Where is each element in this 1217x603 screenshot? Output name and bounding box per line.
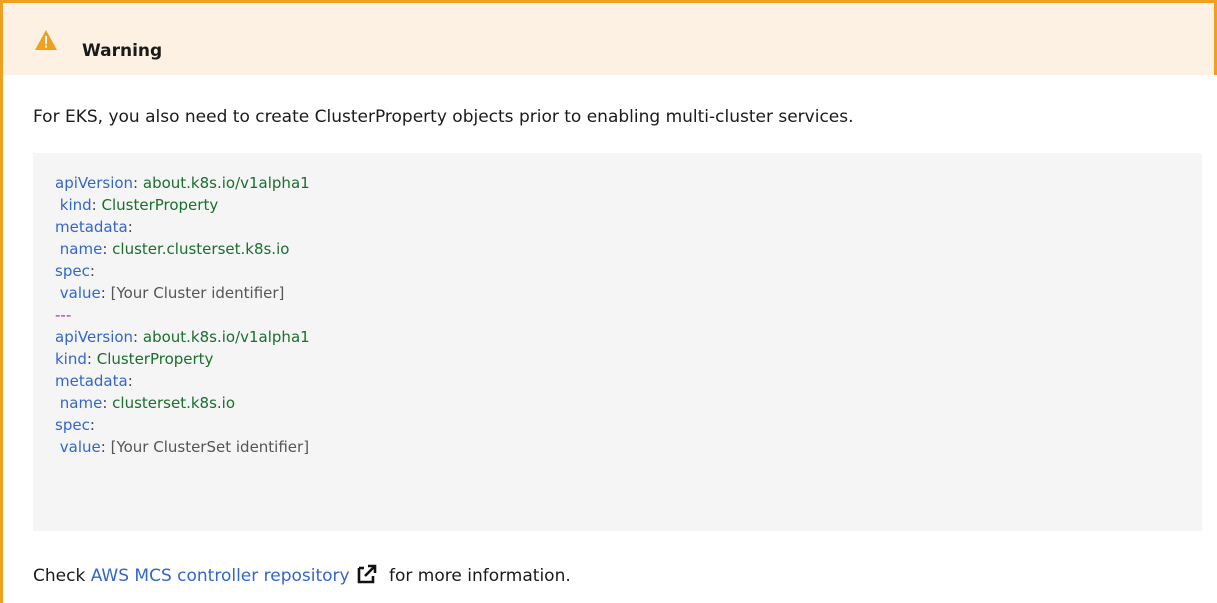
yaml-value: [Your Cluster identifier] — [110, 284, 285, 302]
code-line: apiVersion: about.k8s.io/v1alpha1 — [55, 173, 310, 193]
yaml-colon: : — [89, 262, 95, 280]
yaml-value: ClusterProperty — [101, 196, 219, 214]
yaml-value: cluster.clusterset.k8s.io — [112, 240, 290, 258]
yaml-value: ClusterProperty — [96, 350, 214, 368]
footer-prefix: Check — [33, 566, 91, 586]
code-line: kind: ClusterProperty — [55, 349, 213, 369]
yaml-key: name — [59, 394, 103, 412]
yaml-key: spec — [55, 416, 90, 434]
yaml-key: spec — [55, 262, 90, 280]
code-line: value: [Your ClusterSet identifier] — [55, 437, 309, 457]
yaml-document-separator: --- — [55, 306, 72, 324]
yaml-value: clusterset.k8s.io — [112, 394, 236, 412]
yaml-key: kind — [55, 350, 87, 368]
code-line: metadata: — [55, 371, 133, 391]
yaml-key: value — [59, 438, 101, 456]
yaml-colon: : — [127, 372, 133, 390]
yaml-key: metadata — [55, 218, 128, 236]
yaml-colon: : — [91, 196, 102, 214]
yaml-value: about.k8s.io/v1alpha1 — [142, 174, 310, 192]
code-block: apiVersion: about.k8s.io/v1alpha1 kind: … — [33, 153, 1202, 531]
warning-icon — [35, 30, 57, 50]
yaml-value: [Your ClusterSet identifier] — [110, 438, 310, 456]
code-line: value: [Your Cluster identifier] — [55, 283, 285, 303]
yaml-colon: : — [89, 416, 95, 434]
yaml-colon: : — [100, 284, 111, 302]
yaml-key: kind — [59, 196, 92, 214]
yaml-colon: : — [102, 240, 113, 258]
footer-text: Check AWS MCS controller repository for … — [33, 563, 571, 586]
code-line: kind: ClusterProperty — [55, 195, 218, 215]
external-link-icon[interactable] — [356, 563, 378, 585]
yaml-key: apiVersion — [55, 174, 134, 192]
yaml-colon: : — [127, 218, 133, 236]
yaml-colon: : — [133, 328, 143, 346]
yaml-value: about.k8s.io/v1alpha1 — [142, 328, 310, 346]
yaml-colon: : — [133, 174, 143, 192]
yaml-colon: : — [102, 394, 113, 412]
code-line: name: clusterset.k8s.io — [55, 393, 235, 413]
yaml-key: value — [59, 284, 101, 302]
code-line: apiVersion: about.k8s.io/v1alpha1 — [55, 327, 310, 347]
code-line: --- — [55, 305, 71, 325]
yaml-colon: : — [100, 438, 111, 456]
aws-mcs-controller-link[interactable]: AWS MCS controller repository — [91, 566, 350, 586]
callout-title: Warning — [82, 41, 163, 61]
yaml-colon: : — [86, 350, 97, 368]
yaml-key: apiVersion — [55, 328, 134, 346]
yaml-key: name — [59, 240, 103, 258]
footer-suffix: for more information. — [383, 566, 571, 586]
code-line: spec: — [55, 415, 95, 435]
code-line: name: cluster.clusterset.k8s.io — [55, 239, 290, 259]
yaml-key: metadata — [55, 372, 128, 390]
code-line: metadata: — [55, 217, 133, 237]
intro-text: For EKS, you also need to create Cluster… — [33, 107, 854, 127]
code-line: spec: — [55, 261, 95, 281]
warning-callout: Warning For EKS, you also need to create… — [0, 0, 1217, 603]
callout-header: Warning — [3, 0, 1217, 75]
